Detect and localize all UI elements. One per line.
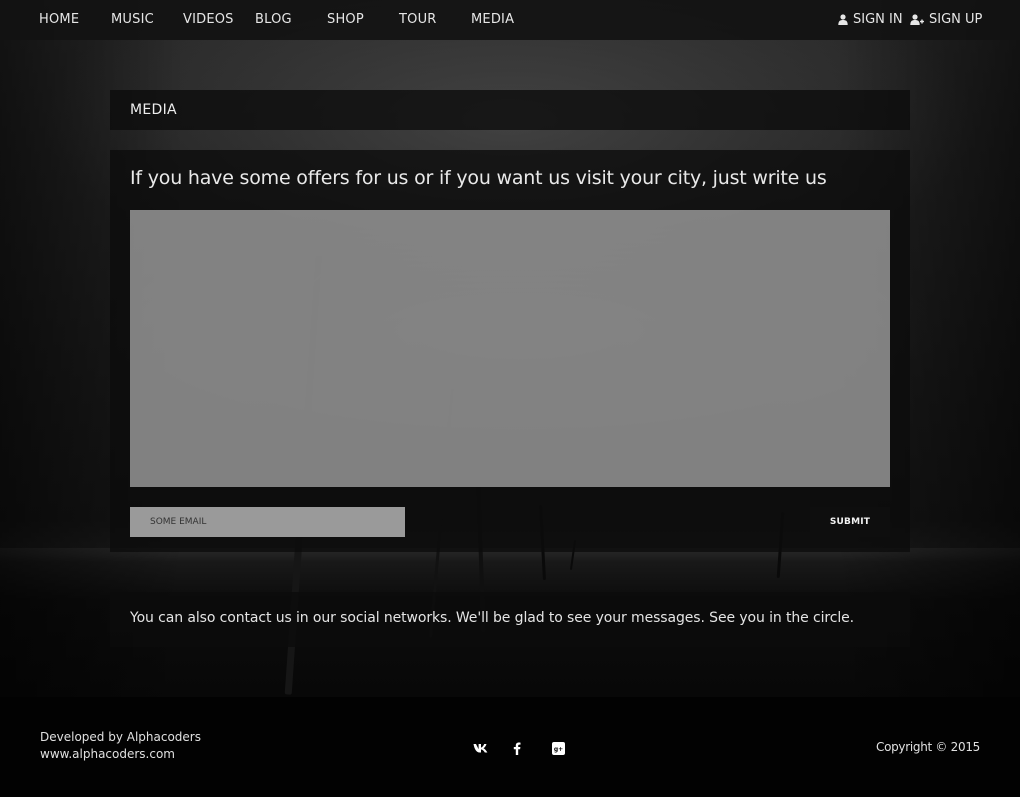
developer-link[interactable]: www.alphacoders.com: [40, 747, 175, 761]
section-title-bar: MEDIA: [110, 90, 910, 130]
nav-item-media[interactable]: MEDIA: [471, 12, 514, 27]
copyright-text: Copyright © 2015: [875, 740, 980, 754]
social-note-text: You can also contact us in our social ne…: [130, 610, 855, 626]
sign-up-label: SIGN UP: [929, 12, 983, 27]
nav-item-tour[interactable]: TOUR: [399, 12, 437, 27]
nav-item-shop[interactable]: SHOP: [327, 12, 364, 27]
facebook-icon[interactable]: [509, 740, 525, 756]
page-title: MEDIA: [130, 102, 177, 118]
vk-icon[interactable]: [473, 740, 489, 756]
contact-form-heading: If you have some offers for us or if you…: [130, 167, 827, 189]
footer: Developed by Alphacoders www.alphacoders…: [0, 697, 1020, 797]
email-field[interactable]: [130, 507, 405, 537]
sign-up-link[interactable]: SIGN UP: [910, 12, 982, 27]
sign-in-label: SIGN IN: [853, 12, 903, 27]
message-textarea[interactable]: [130, 210, 890, 487]
user-icon: [838, 14, 848, 25]
sign-in-link[interactable]: SIGN IN: [838, 12, 903, 27]
nav-item-blog[interactable]: BLOG: [255, 12, 292, 27]
social-note-panel: You can also contact us in our social ne…: [110, 592, 910, 647]
contact-form-panel: If you have some offers for us or if you…: [110, 150, 910, 552]
nav-item-music[interactable]: MUSIC: [111, 12, 154, 27]
user-plus-icon: [910, 14, 924, 25]
nav-item-home[interactable]: HOME: [39, 12, 79, 27]
top-navigation: HOME MUSIC VIDEOS BLOG SHOP TOUR MEDIA S…: [0, 0, 1020, 40]
google-plus-icon[interactable]: g+: [550, 740, 566, 756]
developer-credit: Developed by Alphacoders: [40, 730, 201, 744]
svg-text:g+: g+: [553, 746, 562, 753]
submit-button[interactable]: SUBMIT: [810, 507, 890, 537]
nav-item-videos[interactable]: VIDEOS: [183, 12, 234, 27]
